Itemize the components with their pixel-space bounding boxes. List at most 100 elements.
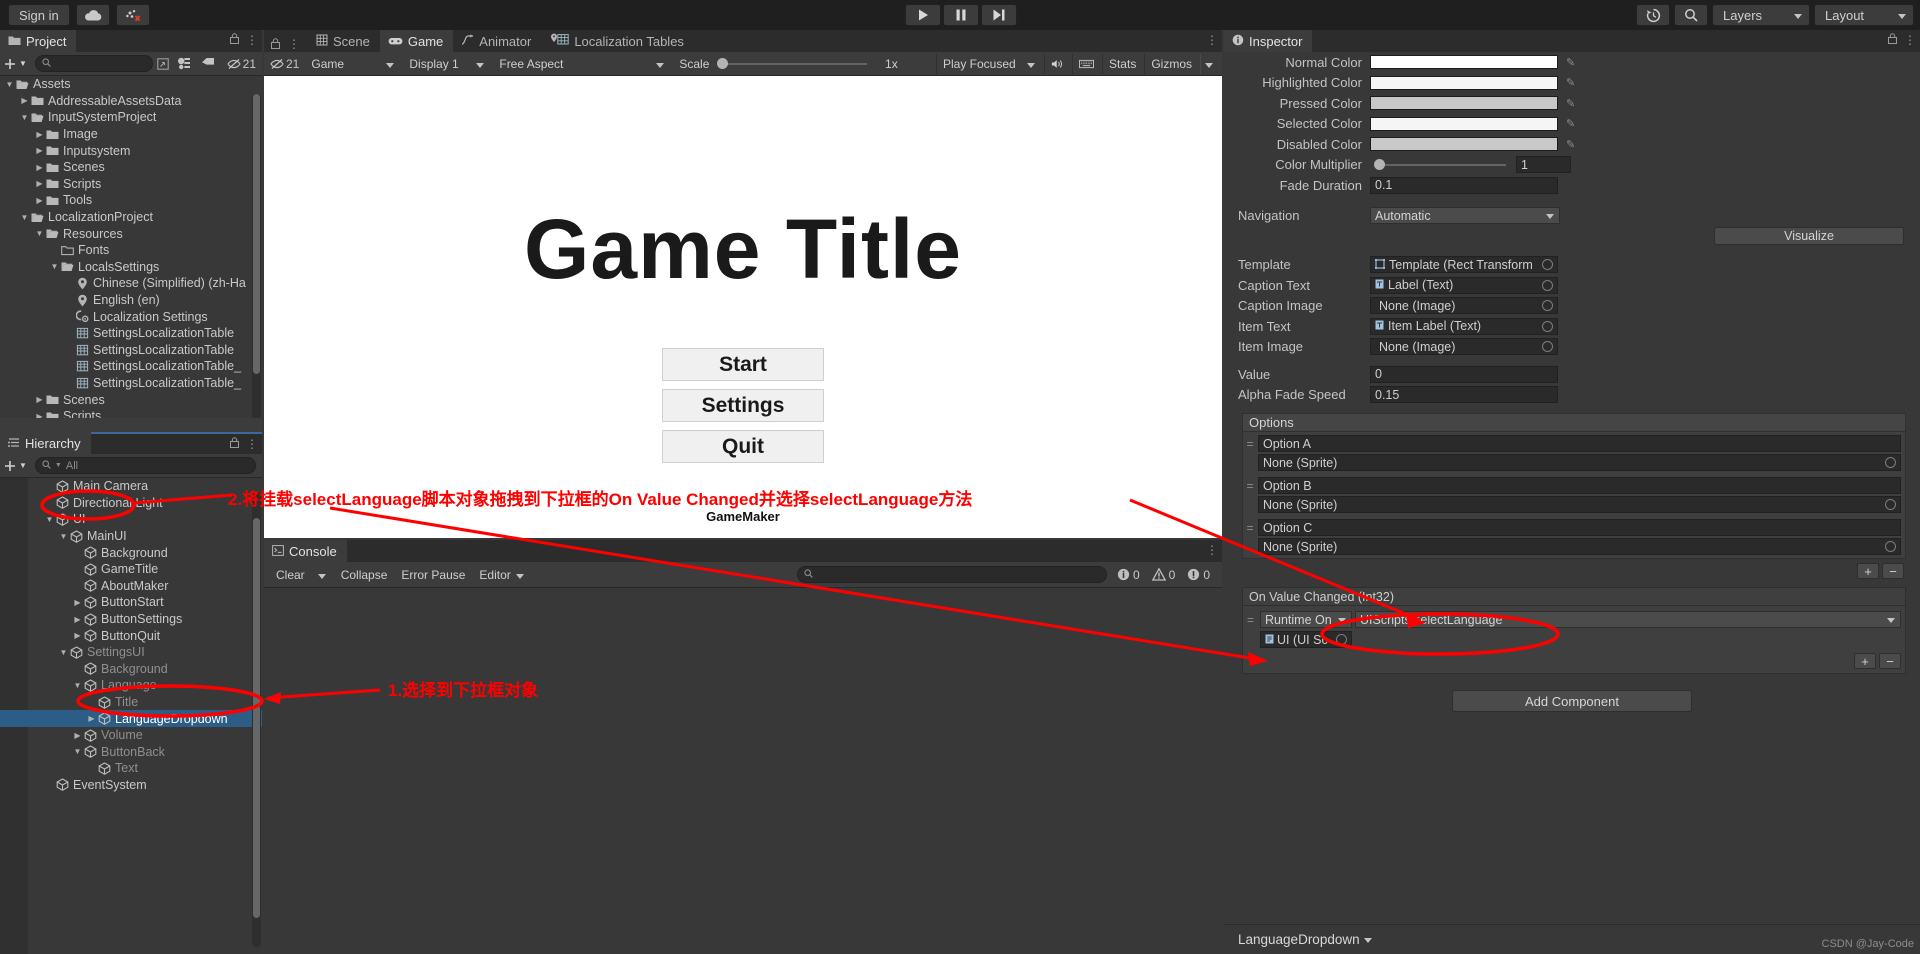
aspect-dropdown[interactable]: Free Aspect [493,54,671,74]
project-tree-item[interactable]: Scenes [0,391,262,408]
object-picker-icon[interactable] [1542,300,1553,312]
hierarchy-item[interactable]: ButtonStart [0,594,262,611]
object-row-field[interactable]: None (Image) [1370,338,1558,356]
disclosure-triangle-icon[interactable] [19,113,30,122]
lock-icon[interactable] [1888,33,1897,47]
disclosure-triangle-icon[interactable] [34,395,45,404]
project-tree-item[interactable]: Scenes [0,159,262,176]
tab-scene[interactable]: Scene [308,30,380,52]
options-list[interactable]: = Option A None (Sprite) = Option B None (Spr… [1242,432,1906,559]
inspector-content[interactable]: Normal Color ✎ Highlighted Color ✎ Pressed C… [1224,52,1920,924]
object-picker-icon[interactable] [1885,499,1896,510]
lock-icon[interactable] [271,36,280,52]
option-text-input[interactable]: Option B [1258,477,1901,494]
project-tree-item[interactable]: Tools [0,192,262,209]
add-listener-button[interactable]: + [1854,653,1876,669]
project-tree-item[interactable]: English (en) [0,292,262,309]
listener-mode-dropdown[interactable]: Runtime On [1260,611,1352,628]
kebab-menu-icon[interactable]: ⋮ [1206,33,1218,47]
option-sprite-field[interactable]: None (Sprite) [1258,454,1901,471]
hierarchy-item[interactable]: Background [0,544,262,561]
listener-target-object[interactable]: UI (UI Sc [1260,631,1352,648]
project-tree-item[interactable]: SettingsLocalizationTable [0,342,262,359]
object-picker-icon[interactable] [1885,541,1896,552]
listener-function-dropdown[interactable]: UIScripts.selectLanguage [1355,611,1901,628]
value-field[interactable]: 0 [1370,365,1558,383]
visualize-button[interactable]: Visualize [1714,227,1904,246]
hierarchy-item[interactable]: LanguageDropdown [0,710,262,727]
color-multiplier-value[interactable]: 1 [1516,156,1571,174]
project-tree-item[interactable]: LocalizationProject [0,209,262,226]
kebab-menu-icon[interactable]: ⋮ [246,437,258,451]
filter-label-icon[interactable] [197,57,219,70]
hierarchy-item[interactable]: ButtonQuit [0,627,262,644]
hierarchy-tree[interactable]: Main CameraDirectional LightUIMainUIBack… [0,478,262,954]
tab-hierarchy[interactable]: Hierarchy [0,432,91,454]
project-tree-item[interactable]: Inputsystem [0,142,262,159]
eyedropper-icon[interactable]: ✎ [1566,97,1575,110]
disclosure-triangle-icon[interactable] [72,598,83,607]
keyboard-icon[interactable] [1071,53,1100,74]
project-tree-item[interactable]: InputSystemProject [0,109,262,126]
drag-handle-icon[interactable]: = [1247,613,1257,627]
error-pause-toggle[interactable]: Error Pause [395,565,471,585]
project-scrollbar[interactable] [252,94,261,419]
option-sprite-field[interactable]: None (Sprite) [1258,538,1901,555]
hierarchy-item[interactable]: ButtonSettings [0,611,262,628]
hierarchy-item[interactable]: AboutMaker [0,578,262,595]
hierarchy-item[interactable]: ButtonBack [0,744,262,761]
color-swatch[interactable] [1370,55,1558,70]
object-row-field[interactable]: Item Label (Text) [1370,317,1558,335]
disclosure-triangle-icon[interactable] [34,196,45,205]
hierarchy-item[interactable]: UI [0,511,262,528]
hierarchy-item[interactable]: Background [0,661,262,678]
tab-localization-tables[interactable]: Localization Tables [541,30,694,52]
sign-in-button[interactable]: Sign in [8,4,70,26]
lock-icon[interactable] [230,437,239,451]
kebab-menu-icon[interactable]: ⋮ [288,37,300,51]
add-component-button[interactable]: Add Component [1452,690,1692,712]
project-tree-item[interactable]: Fonts [0,242,262,259]
eyedropper-icon[interactable]: ✎ [1566,56,1575,69]
disclosure-triangle-icon[interactable] [72,631,83,640]
play-mode-dropdown[interactable]: Play Focused [935,53,1042,74]
project-tree-item[interactable]: Localization Settings [0,308,262,325]
remove-listener-button[interactable]: − [1879,653,1901,669]
fade-duration-value[interactable]: 0.1 [1370,176,1558,194]
project-tree-item[interactable]: SettingsLocalizationTable_ [0,358,262,375]
layers-dropdown[interactable]: Layers [1712,4,1810,26]
color-swatch[interactable] [1370,137,1558,152]
disclosure-triangle-icon[interactable] [4,80,15,89]
project-tree-item[interactable]: LocalsSettings [0,259,262,276]
project-tree[interactable]: AssetsAddressableAssetsData InputSystemPr… [0,76,262,430]
account-error-icon[interactable] [115,4,150,26]
object-row-field[interactable]: Label (Text) [1370,276,1558,294]
tab-project[interactable]: Project [0,30,77,52]
editor-dropdown[interactable]: Editor [473,565,531,585]
gizmos-dropdown[interactable] [1200,53,1220,74]
drag-handle-icon[interactable]: = [1245,437,1255,451]
search-icon[interactable] [1674,4,1708,26]
clear-dropdown[interactable] [313,565,333,585]
disclosure-triangle-icon[interactable] [72,615,83,624]
disclosure-triangle-icon[interactable] [19,213,30,222]
object-picker-icon[interactable] [1542,320,1553,332]
stats-button[interactable]: Stats [1101,53,1142,74]
disclosure-triangle-icon[interactable] [19,96,30,105]
disclosure-triangle-icon[interactable] [34,146,45,155]
gizmos-button[interactable]: Gizmos [1144,53,1198,74]
remove-option-button[interactable]: − [1882,563,1904,579]
option-text-input[interactable]: Option C [1258,519,1901,536]
tab-animator[interactable]: Animator [453,30,542,52]
eyedropper-icon[interactable]: ✎ [1566,117,1575,130]
object-picker-icon[interactable] [1542,259,1553,271]
game-button-start[interactable]: Start [662,348,824,381]
disclosure-triangle-icon[interactable] [34,163,45,172]
project-tree-item[interactable]: Chinese (Simplified) (zh-Ha [0,275,262,292]
console-log-list[interactable] [264,588,1222,954]
play-button[interactable] [905,4,941,26]
option-sprite-field[interactable]: None (Sprite) [1258,496,1901,513]
navigation-dropdown[interactable]: Automatic [1370,207,1560,225]
pause-button[interactable] [943,4,979,26]
disclosure-triangle-icon[interactable] [49,262,60,271]
